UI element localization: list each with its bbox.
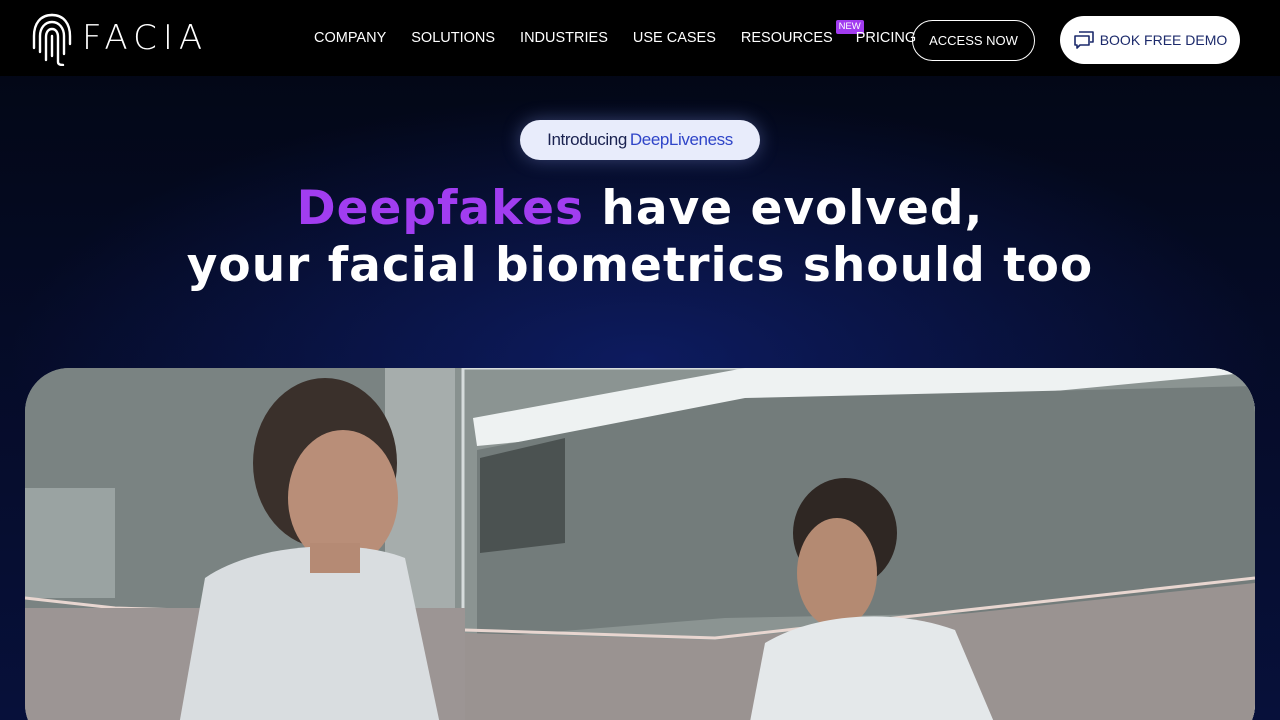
- book-free-demo-label: BOOK FREE DEMO: [1099, 32, 1228, 48]
- brand-name: FACIA: [82, 18, 209, 58]
- nav-item-pricing[interactable]: PRICING: [856, 30, 916, 46]
- nav-item-solutions[interactable]: SOLUTIONS: [411, 30, 495, 46]
- nav-item-industries[interactable]: INDUSTRIES: [520, 30, 608, 46]
- headline-highlight: Deepfakes: [296, 181, 585, 236]
- book-free-demo-button[interactable]: BOOK FREE DEMO: [1060, 16, 1240, 64]
- intro-highlight: DeepLiveness: [629, 130, 733, 149]
- nav-item-resources-label: RESOURCES: [740, 30, 833, 46]
- facia-logo[interactable]: FACIA: [30, 10, 208, 66]
- page: FACIA COMPANY SOLUTIONS INDUSTRIES USE C…: [0, 0, 1280, 720]
- nav-item-resources[interactable]: RESOURCES NEW: [740, 20, 864, 46]
- access-now-button[interactable]: ACCESS NOW: [912, 20, 1035, 61]
- nav-item-use-cases[interactable]: USE CASES: [633, 30, 716, 46]
- top-navbar: FACIA COMPANY SOLUTIONS INDUSTRIES USE C…: [0, 0, 1280, 76]
- hero-headline: Deepfakes have evolved, your facial biom…: [0, 180, 1280, 294]
- headline-line-1-rest: have evolved,: [584, 181, 984, 236]
- nav-item-company[interactable]: COMPANY: [314, 30, 386, 46]
- intro-prefix: Introducing: [547, 130, 627, 149]
- intro-pill[interactable]: Introducing DeepLiveness: [520, 120, 760, 160]
- chat-bubbles-icon: [1073, 31, 1094, 49]
- main-nav: COMPANY SOLUTIONS INDUSTRIES USE CASES R…: [314, 0, 941, 76]
- fingerprint-icon: [32, 13, 72, 66]
- headline-line-2: your facial biometrics should too: [186, 238, 1094, 293]
- headline-line-1: Deepfakes have evolved,: [297, 181, 984, 236]
- left-shelf-light: [25, 488, 115, 598]
- hero-video[interactable]: [25, 368, 1255, 720]
- video-frame-illustration: [25, 368, 1255, 720]
